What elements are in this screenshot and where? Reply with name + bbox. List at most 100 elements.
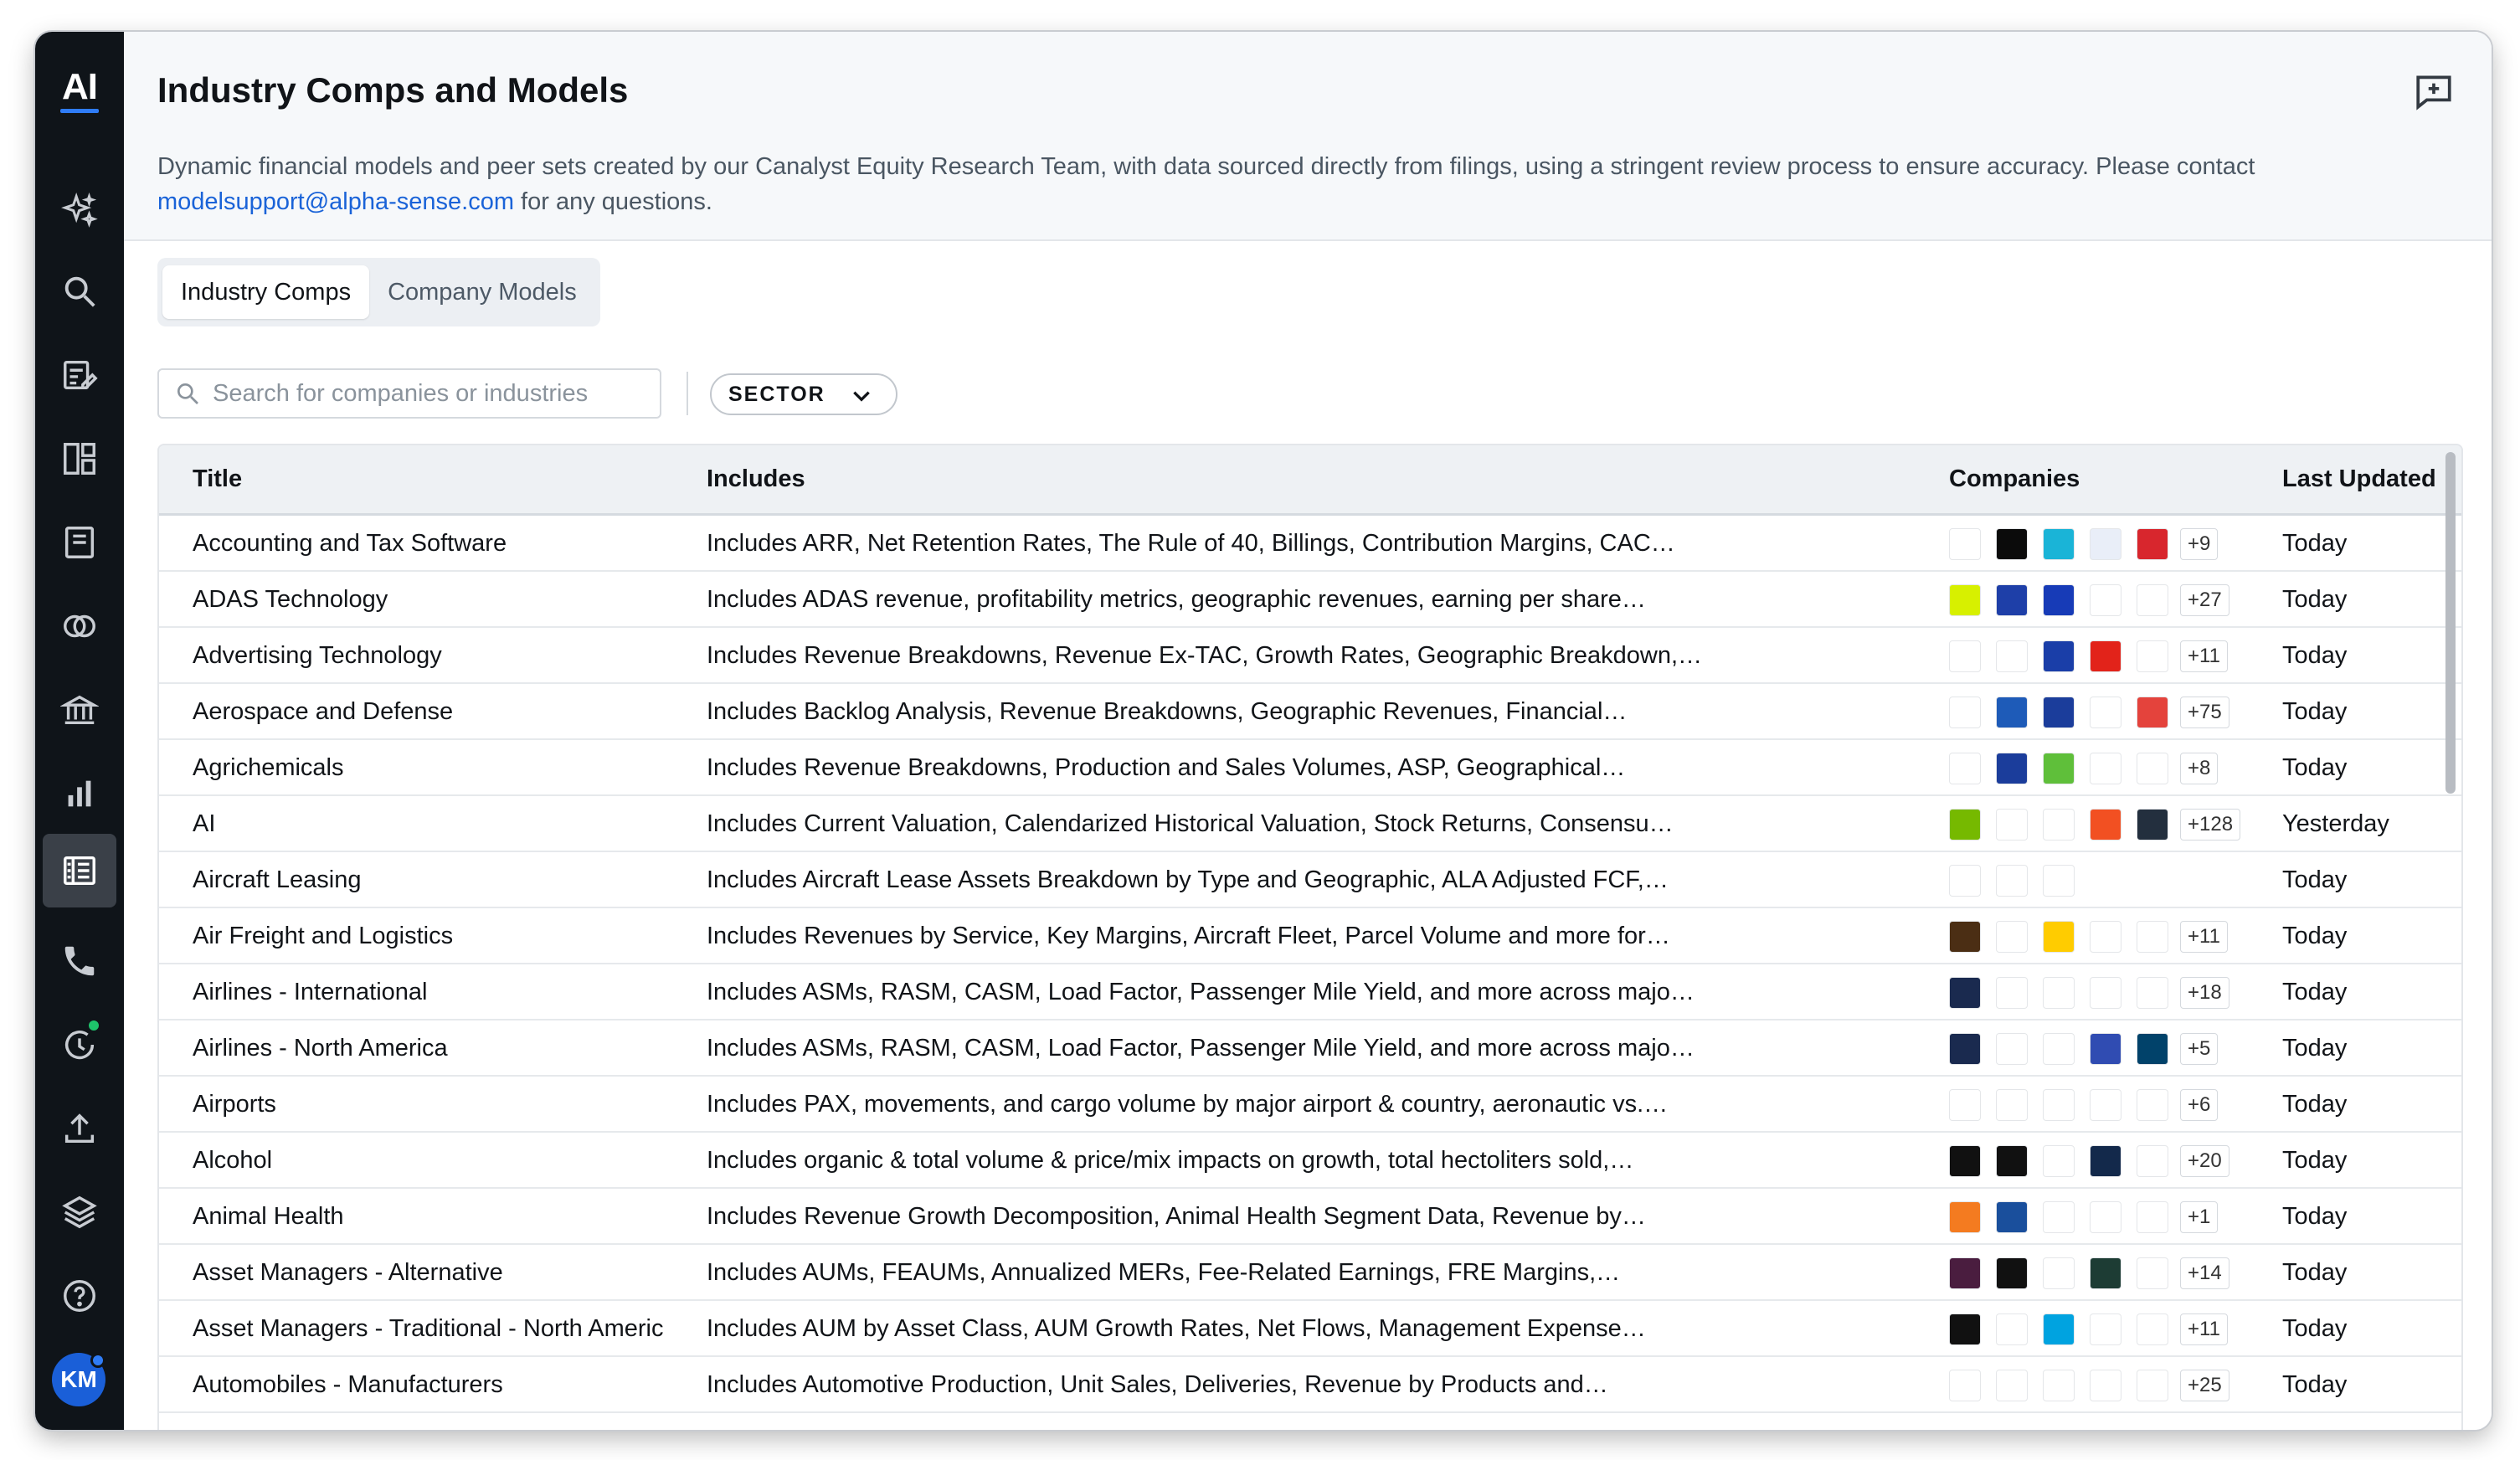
more-companies-badge[interactable]: +14 (2180, 1257, 2229, 1289)
sidebar-item-calls[interactable] (43, 924, 116, 998)
company-logo-icon[interactable] (2043, 1370, 2075, 1401)
more-companies-badge[interactable]: +5 (2180, 1033, 2219, 1065)
company-logo-icon[interactable] (1996, 809, 2028, 841)
company-logo-icon[interactable] (2137, 584, 2168, 616)
sidebar-item-layers[interactable] (43, 1175, 116, 1249)
company-logo-icon[interactable] (2090, 1201, 2121, 1233)
table-row[interactable]: Airlines - International Includes ASMs, R… (159, 964, 2461, 1020)
more-companies-badge[interactable]: +18 (2180, 977, 2229, 1009)
company-logo-icon[interactable] (1996, 1145, 2028, 1177)
company-logo-icon[interactable] (2137, 697, 2168, 728)
company-logo-icon[interactable] (2137, 1370, 2168, 1401)
company-logo-icon[interactable] (1949, 584, 1981, 616)
company-logo-icon[interactable] (2090, 528, 2121, 560)
sector-dropdown[interactable]: SECTOR (710, 373, 897, 415)
tab-company-models[interactable]: Company Models (369, 265, 595, 319)
more-companies-badge[interactable]: +1 (2180, 1201, 2219, 1233)
sidebar-item-dashboard[interactable] (43, 422, 116, 496)
company-logo-icon[interactable] (2090, 921, 2121, 953)
table-scrollbar[interactable] (2443, 449, 2458, 1420)
app-logo[interactable]: AI (60, 69, 99, 119)
company-logo-icon[interactable] (1996, 977, 2028, 1009)
sidebar-item-alerts[interactable] (43, 1008, 116, 1082)
company-logo-icon[interactable] (2137, 1313, 2168, 1345)
more-companies-badge[interactable]: +128 (2180, 809, 2241, 841)
company-logo-icon[interactable] (1996, 1370, 2028, 1401)
company-logo-icon[interactable] (1996, 1257, 2028, 1289)
company-logo-icon[interactable] (2090, 809, 2121, 841)
sidebar-item-documents[interactable] (43, 338, 116, 412)
company-logo-icon[interactable] (2043, 1257, 2075, 1289)
search-input[interactable] (213, 379, 648, 408)
more-companies-badge[interactable]: +9 (2180, 528, 2219, 560)
company-logo-icon[interactable] (2137, 1257, 2168, 1289)
company-logo-icon[interactable] (2090, 1257, 2121, 1289)
sidebar-item-comps[interactable] (43, 834, 116, 907)
sidebar-item-search[interactable] (43, 254, 116, 328)
company-logo-icon[interactable] (1949, 921, 1981, 953)
company-logo-icon[interactable] (2137, 753, 2168, 784)
sidebar-item-assistant[interactable] (43, 174, 116, 248)
sidebar-item-connections[interactable] (43, 589, 116, 663)
company-logo-icon[interactable] (2090, 753, 2121, 784)
sidebar-item-charts[interactable] (43, 757, 116, 830)
company-logo-icon[interactable] (2090, 1033, 2121, 1065)
table-row[interactable]: AI Includes Current Valuation, Calendariz… (159, 796, 2461, 852)
company-logo-icon[interactable] (1996, 865, 2028, 897)
company-logo-icon[interactable] (1949, 528, 1981, 560)
table-row[interactable]: Accounting and Tax Software Includes ARR,… (159, 516, 2461, 572)
company-logo-icon[interactable] (1949, 1370, 1981, 1401)
more-companies-badge[interactable]: +27 (2180, 584, 2229, 616)
company-logo-icon[interactable] (2090, 697, 2121, 728)
sidebar-item-institutions[interactable] (43, 673, 116, 747)
company-logo-icon[interactable] (2137, 1145, 2168, 1177)
table-row[interactable]: Asset Managers - Traditional - North Ame… (159, 1301, 2461, 1357)
company-logo-icon[interactable] (2090, 977, 2121, 1009)
company-logo-icon[interactable] (2137, 1089, 2168, 1121)
more-companies-badge[interactable]: +75 (2180, 697, 2229, 728)
more-companies-badge[interactable]: +11 (2180, 921, 2228, 953)
company-logo-icon[interactable] (1949, 640, 1981, 672)
table-row[interactable]: Asset Managers - Alternative Includes AUM… (159, 1245, 2461, 1301)
contact-email-link[interactable]: modelsupport@alpha-sense.com (157, 188, 514, 215)
company-logo-icon[interactable] (2090, 1089, 2121, 1121)
table-row[interactable]: Advertising Technology Includes Revenue B… (159, 628, 2461, 684)
table-row[interactable]: Aerospace and Defense Includes Backlog An… (159, 684, 2461, 740)
company-logo-icon[interactable] (2090, 584, 2121, 616)
more-companies-badge[interactable]: +11 (2180, 1313, 2228, 1345)
table-row[interactable]: Air Freight and Logistics Includes Revenu… (159, 908, 2461, 964)
company-logo-icon[interactable] (1996, 1313, 2028, 1345)
table-row[interactable]: Agrichemicals Includes Revenue Breakdowns… (159, 740, 2461, 796)
table-row[interactable]: Airports Includes PAX, movements, and car… (159, 1077, 2461, 1133)
more-companies-badge[interactable]: +25 (2180, 1370, 2229, 1401)
table-row[interactable]: ADAS Technology Includes ADAS revenue, pr… (159, 572, 2461, 628)
table-row[interactable]: Automobiles - Manufacturers Includes Auto… (159, 1357, 2461, 1413)
company-logo-icon[interactable] (2137, 921, 2168, 953)
company-logo-icon[interactable] (2043, 584, 2075, 616)
company-logo-icon[interactable] (2043, 977, 2075, 1009)
table-row[interactable]: Alcohol Includes organic & total volume &… (159, 1133, 2461, 1189)
company-logo-icon[interactable] (2090, 640, 2121, 672)
company-logo-icon[interactable] (1996, 921, 2028, 953)
table-row[interactable]: Airlines - North America Includes ASMs, R… (159, 1020, 2461, 1077)
company-logo-icon[interactable] (2043, 753, 2075, 784)
company-logo-icon[interactable] (1996, 640, 2028, 672)
company-logo-icon[interactable] (2137, 528, 2168, 560)
company-logo-icon[interactable] (1949, 977, 1981, 1009)
more-companies-badge[interactable]: +6 (2180, 1089, 2219, 1121)
sidebar-item-notebook[interactable] (43, 506, 116, 579)
column-header-includes[interactable]: Includes (707, 465, 805, 493)
company-logo-icon[interactable] (1949, 1089, 1981, 1121)
company-logo-icon[interactable] (1949, 1145, 1981, 1177)
company-logo-icon[interactable] (2043, 809, 2075, 841)
table-row[interactable]: Animal Health Includes Revenue Growth Dec… (159, 1189, 2461, 1245)
sidebar-item-upload[interactable] (43, 1092, 116, 1165)
company-logo-icon[interactable] (1996, 697, 2028, 728)
company-logo-icon[interactable] (2043, 1313, 2075, 1345)
company-logo-icon[interactable] (2137, 1033, 2168, 1065)
table-row[interactable]: Aircraft Leasing Includes Aircraft Lease … (159, 852, 2461, 908)
more-companies-badge[interactable]: +20 (2180, 1145, 2229, 1177)
company-logo-icon[interactable] (2043, 528, 2075, 560)
company-logo-icon[interactable] (2043, 1033, 2075, 1065)
company-logo-icon[interactable] (2043, 1089, 2075, 1121)
